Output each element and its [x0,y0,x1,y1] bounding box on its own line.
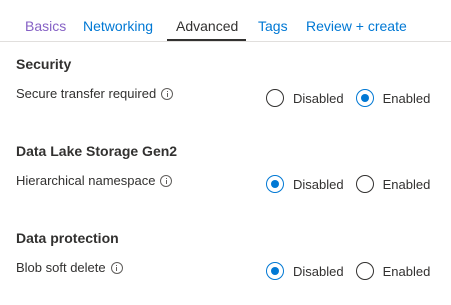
radio-button[interactable] [355,175,374,193]
radio-button[interactable] [355,262,374,280]
radio-button-selected[interactable] [266,262,284,280]
field-blob-soft-delete: Blob soft delete [16,260,123,275]
tab-tags[interactable]: Tags [258,17,288,35]
radio-group-blob-soft-delete: Disabled Enabled [266,262,430,280]
radio-option-disabled[interactable]: Disabled [266,89,344,107]
radio-label: Disabled [293,176,344,192]
radio-button-selected[interactable] [266,175,284,193]
tab-networking[interactable]: Networking [83,17,153,35]
radio-option-enabled[interactable]: Enabled [355,175,431,193]
storage-account-advanced-page: Basics Networking Advanced Tags Review +… [0,0,451,305]
field-hierarchical-namespace: Hierarchical namespace [16,173,173,188]
section-title-security: Security [16,56,72,72]
field-label: Blob soft delete [16,260,106,275]
section-title-data-protection: Data protection [16,230,119,246]
tab-advanced[interactable]: Advanced [176,17,238,35]
tab-bar: Basics Networking Advanced Tags Review +… [0,0,451,42]
field-label: Hierarchical namespace [16,173,156,188]
section-title-data-lake-storage-gen2: Data Lake Storage Gen2 [16,143,178,159]
radio-option-disabled[interactable]: Disabled [266,262,344,280]
radio-option-enabled[interactable]: Enabled [355,262,431,280]
radio-button-selected[interactable] [355,89,374,107]
radio-label: Enabled [382,176,431,192]
radio-label: Disabled [293,90,344,106]
radio-group-secure-transfer: Disabled Enabled [266,89,430,107]
field-secure-transfer-required: Secure transfer required [16,86,174,101]
radio-option-disabled[interactable]: Disabled [266,175,344,193]
radio-option-enabled[interactable]: Enabled [355,89,431,107]
info-icon[interactable] [110,261,123,274]
info-icon[interactable] [160,174,173,187]
radio-label: Enabled [382,90,431,106]
active-tab-indicator [167,39,246,41]
tab-basics[interactable]: Basics [25,17,66,35]
radio-button[interactable] [266,89,284,107]
radio-label: Disabled [293,263,344,279]
info-icon[interactable] [161,87,174,100]
field-label: Secure transfer required [16,86,157,101]
radio-group-hierarchical-namespace: Disabled Enabled [266,175,430,193]
radio-label: Enabled [382,263,431,279]
tab-review-create[interactable]: Review + create [306,17,407,35]
